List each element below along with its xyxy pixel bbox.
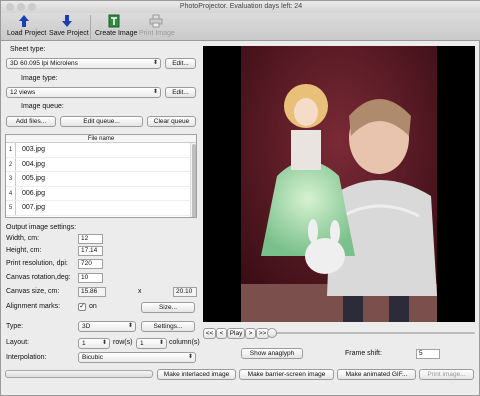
columns-label: column(s) xyxy=(169,339,200,346)
alignment-marks-on-label: on xyxy=(89,303,97,310)
interpolation-label: Interpolation: xyxy=(6,354,47,361)
output-settings-heading: Output image settings: xyxy=(6,224,77,231)
print-image-toolbar-button[interactable]: Print Image xyxy=(139,14,175,40)
load-project-button[interactable]: Load Project xyxy=(7,14,46,40)
show-anaglyph-button[interactable]: Show anaglyph xyxy=(241,348,303,359)
image-type-edit-button[interactable]: Edit... xyxy=(165,87,196,98)
canvas-height-value: 20.10 xyxy=(173,287,197,297)
chevron-updown-icon: ⬍ xyxy=(152,89,158,95)
image-queue-label: Image queue: xyxy=(21,103,64,110)
add-files-button[interactable]: Add files... xyxy=(6,116,56,127)
frame-slider[interactable] xyxy=(267,328,475,338)
toolbar: Load Project Save Project Create Image P… xyxy=(1,13,480,41)
toolbar-separator xyxy=(90,15,91,39)
window-title: PhotoProjector. Evaluation days left: 24 xyxy=(179,3,303,10)
save-project-button[interactable]: Save Project xyxy=(49,14,89,40)
arrow-down-icon xyxy=(62,15,72,27)
make-barrier-screen-image-button[interactable]: Make barrier-screen image xyxy=(239,369,334,380)
first-frame-button[interactable]: << xyxy=(203,328,216,339)
table-row[interactable]: 1 003.jpg xyxy=(6,143,196,158)
make-interlaced-image-button[interactable]: Make interlaced image xyxy=(157,369,236,380)
sheet-edit-button[interactable]: Edit... xyxy=(165,58,196,69)
layout-rows-select[interactable]: 1 ⬍ xyxy=(78,338,110,349)
alignment-marks-label: Alignment marks: xyxy=(6,303,61,310)
edit-queue-button[interactable]: Edit queue... xyxy=(60,116,143,127)
layout-columns-select[interactable]: 1 ⬍ xyxy=(136,338,167,349)
table-row[interactable]: 5 007.jpg xyxy=(6,201,196,216)
canvas-rotation-label: Canvas rotation,deg: xyxy=(6,274,71,281)
width-label: Width, cm: xyxy=(6,235,40,242)
canvas-size-separator: x xyxy=(138,288,142,295)
next-frame-button[interactable]: > xyxy=(245,328,256,339)
table-row[interactable]: 3 005.jpg xyxy=(6,172,196,187)
print-image-button[interactable]: Print image... xyxy=(419,369,474,380)
image-type-label: Image type: xyxy=(21,75,58,82)
chevron-updown-icon: ⬍ xyxy=(187,354,193,360)
printer-icon xyxy=(149,14,163,28)
type-settings-button[interactable]: Settings... xyxy=(141,321,195,332)
create-image-icon xyxy=(108,14,120,28)
previous-frame-button[interactable]: < xyxy=(216,328,227,339)
chevron-updown-icon: ⬍ xyxy=(127,323,133,329)
sheet-type-label: Sheet type: xyxy=(10,46,46,53)
preview-photo xyxy=(241,46,437,322)
image-preview xyxy=(203,46,475,322)
type-label: Type: xyxy=(6,323,24,330)
table-row[interactable]: 4 006.jpg xyxy=(6,186,196,202)
create-image-button[interactable]: Create Image xyxy=(95,14,137,40)
frame-shift-input[interactable]: 5 xyxy=(416,349,440,359)
make-animated-gif-button[interactable]: Make animated GIF... xyxy=(337,369,416,380)
clear-queue-button[interactable]: Clear queue xyxy=(147,116,196,127)
print-resolution-label: Print resolution, dpi: xyxy=(6,260,68,267)
canvas-rotation-input[interactable]: 10 xyxy=(78,273,103,283)
table-row[interactable]: 2 004.jpg xyxy=(6,157,196,173)
canvas-size-label: Canvas size, cm: xyxy=(6,288,60,295)
image-queue-table[interactable]: File name 1 003.jpg 2 004.jpg 3 005.jpg 4 00… xyxy=(5,134,197,218)
chevron-updown-icon: ⬍ xyxy=(152,60,158,66)
progress-bar xyxy=(5,370,153,378)
width-input[interactable]: 12 xyxy=(78,234,103,244)
canvas-width-value: 15.86 xyxy=(78,287,106,297)
play-button[interactable]: Play xyxy=(227,328,245,339)
title-bar: PhotoProjector. Evaluation days left: 24 xyxy=(1,1,480,13)
height-label: Height, cm: xyxy=(6,247,42,254)
print-resolution-input[interactable]: 720 xyxy=(78,259,103,269)
scrollbar-thumb[interactable] xyxy=(192,144,196,217)
frame-shift-label: Frame shift: xyxy=(345,350,382,357)
alignment-marks-checkbox[interactable]: ✓ xyxy=(78,303,86,311)
slider-knob[interactable] xyxy=(267,328,277,338)
zoom-window-icon[interactable] xyxy=(28,3,36,11)
file-name-column-header: File name xyxy=(6,135,196,143)
image-type-select[interactable]: 12 views ⬍ xyxy=(6,87,161,98)
app-window: PhotoProjector. Evaluation days left: 24… xyxy=(0,0,480,396)
arrow-up-icon xyxy=(19,15,29,27)
size-button[interactable]: Size... xyxy=(141,302,195,313)
layout-label: Layout: xyxy=(6,339,29,346)
rows-label: row(s) xyxy=(113,339,133,346)
sheet-type-select[interactable]: 3D 60.095 lpi Microlens ⬍ xyxy=(6,58,161,69)
queue-scrollbar[interactable] xyxy=(190,143,196,217)
chevron-updown-icon: ⬍ xyxy=(101,340,107,346)
minimize-window-icon[interactable] xyxy=(17,3,25,11)
chevron-updown-icon: ⬍ xyxy=(158,340,164,346)
type-select[interactable]: 3D ⬍ xyxy=(78,321,136,332)
height-input[interactable]: 17.14 xyxy=(78,246,103,256)
close-window-icon[interactable] xyxy=(6,3,14,11)
interpolation-select[interactable]: Bicubic ⬍ xyxy=(78,352,196,363)
